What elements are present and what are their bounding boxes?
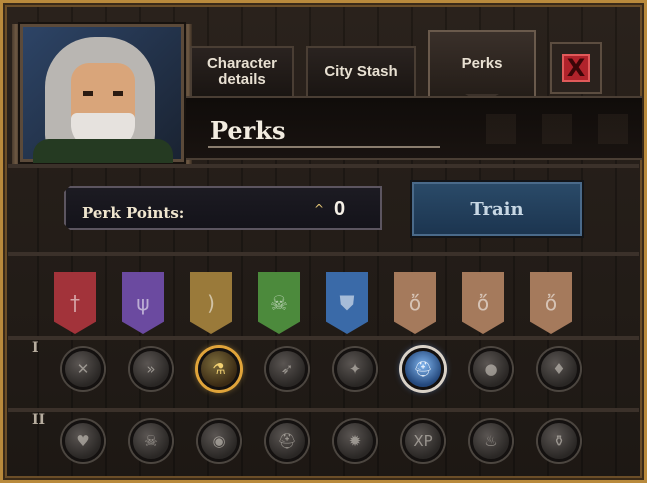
tab-character-details-label: Character details (206, 55, 278, 88)
title-bar: Perks (186, 96, 647, 160)
tier-label: II (32, 412, 46, 428)
character-portrait (20, 24, 184, 163)
perk-slot[interactable]: ◉ (198, 420, 240, 462)
class-banner-row: † ψ) ☠ ⛊ ὄ ὄ ὄ (30, 272, 610, 342)
class-banner[interactable]: ὄ (394, 272, 436, 334)
perk-points-value: 0 (334, 198, 346, 220)
xp-icon: XP (413, 432, 433, 450)
class-banner[interactable]: † (54, 272, 96, 334)
close-icon: X (562, 54, 590, 82)
tab-character-details[interactable]: Character details (190, 46, 294, 96)
perk-slot[interactable]: ● (470, 348, 512, 390)
sword-icon: † (70, 291, 80, 315)
bow-icon: ) (207, 291, 215, 315)
perk-slot[interactable]: ✦ (334, 348, 376, 390)
divider (8, 164, 639, 168)
skull-icon: ☠ (144, 432, 158, 450)
perk-slot[interactable]: ⚗ (198, 348, 240, 390)
portrait-pillar-left (12, 24, 20, 164)
page-title: Perks (210, 116, 286, 145)
dash-attack-icon: ➶ (280, 360, 294, 378)
colored-flasks-icon: ⚗ (212, 360, 226, 378)
class-banner[interactable]: ☠ (258, 272, 300, 334)
crossed-blades-icon: ✕ (76, 360, 90, 378)
perk-slot[interactable]: ☠ (130, 420, 172, 462)
train-button-label: Train (470, 198, 524, 220)
pouch-icon: ♦ (552, 360, 566, 378)
sack-icon: ὄ (476, 291, 490, 315)
perk-slot[interactable]: ✕ (62, 348, 104, 390)
perk-points-panel: Perk Points: ^ 0 (64, 186, 382, 230)
sack-icon: ὄ (544, 291, 558, 315)
heart-sword-icon: ♥ (76, 432, 90, 450)
orb-icon: ● (484, 360, 498, 378)
skull-flask-icon: ☠ (270, 291, 288, 315)
perk-slot[interactable]: ➶ (266, 348, 308, 390)
potion-icon: ♨ (484, 432, 498, 450)
perk-slot[interactable]: ♨ (470, 420, 512, 462)
tab-city-stash-label: City Stash (324, 63, 398, 80)
perk-slot[interactable]: ⛑ (402, 348, 444, 390)
perk-slot[interactable]: ♥ (62, 420, 104, 462)
close-button[interactable]: X (550, 42, 602, 94)
helmet-icon: ⛑ (413, 360, 433, 378)
staff-icon: ψ (136, 291, 150, 315)
perk-slot[interactable]: ⛑ (266, 420, 308, 462)
perk-slot[interactable]: ✹ (334, 420, 376, 462)
train-button[interactable]: Train (412, 182, 582, 236)
perk-points-label: Perk Points: (82, 204, 185, 222)
perk-slot[interactable]: ⚱ (538, 420, 580, 462)
swift-strike-icon: » (146, 360, 156, 378)
class-banner[interactable]: ⛊ (326, 272, 368, 334)
shield-icon: ⛊ (339, 291, 355, 315)
perk-slot[interactable]: » (130, 348, 172, 390)
skull-eye-icon: ◉ (212, 432, 226, 450)
tab-perks[interactable]: Perks (428, 30, 536, 104)
class-banner[interactable]: ὄ (462, 272, 504, 334)
divider (8, 252, 639, 256)
tier-label: I (32, 340, 39, 356)
rank-chevron-icon: ^ (314, 202, 325, 216)
divider (8, 336, 639, 340)
flame-icon: ✹ (348, 432, 362, 450)
stars-icon: ✦ (348, 360, 362, 378)
helmet-icon: ⛑ (277, 432, 297, 450)
class-banner[interactable]: ψ (122, 272, 164, 334)
sack-icon: ὄ (408, 291, 422, 315)
perk-slot[interactable]: ♦ (538, 348, 580, 390)
tab-city-stash[interactable]: City Stash (306, 46, 416, 96)
perk-slot[interactable]: XP (402, 420, 444, 462)
class-banner[interactable]: ) (190, 272, 232, 334)
class-banner[interactable]: ὄ (530, 272, 572, 334)
tab-perks-label: Perks (461, 55, 503, 72)
divider (8, 408, 639, 412)
potions-icon: ⚱ (552, 432, 566, 450)
